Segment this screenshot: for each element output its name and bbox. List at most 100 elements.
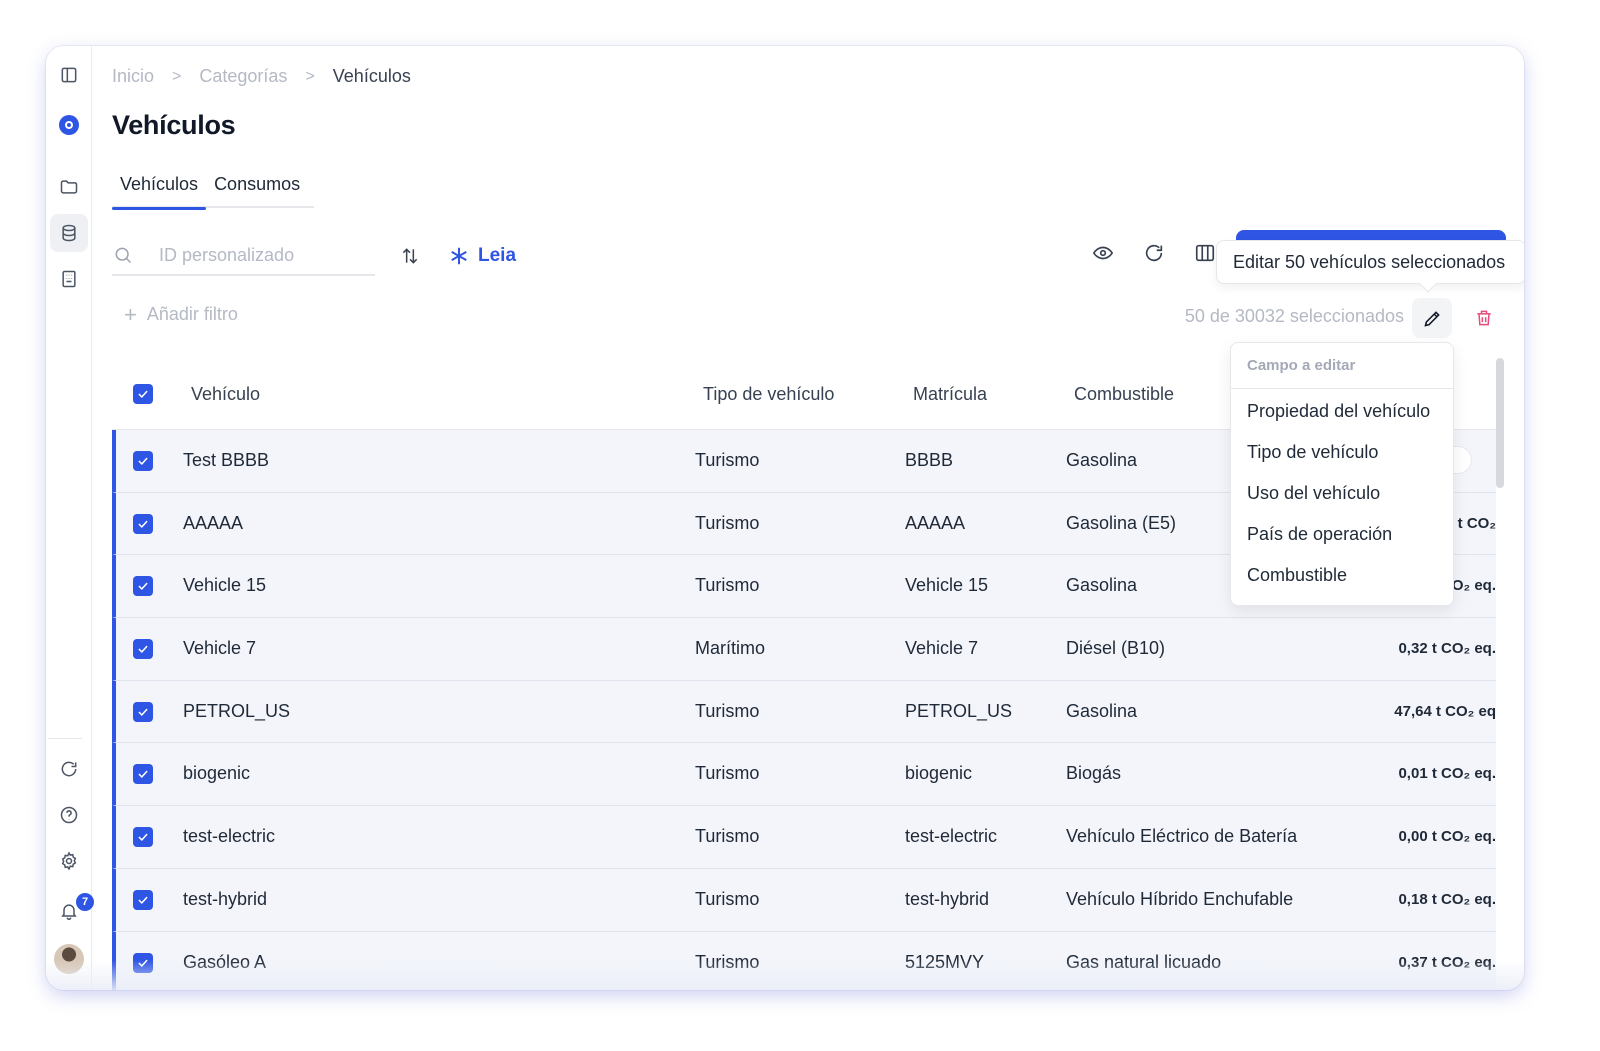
- visibility-button[interactable]: [1086, 236, 1120, 270]
- dropdown-item-vehicle-type[interactable]: Tipo de vehículo: [1231, 430, 1453, 471]
- tab-bar: Vehículos Consumos: [112, 170, 314, 210]
- cell-type: Turismo: [695, 512, 760, 533]
- select-all-checkbox[interactable]: [133, 384, 153, 404]
- cell-vehicle[interactable]: Vehicle 15: [183, 575, 266, 596]
- cell-type: Turismo: [695, 450, 760, 470]
- cell-emissions: 0,18 t CO₂ eq.: [1398, 890, 1496, 908]
- breadcrumb-current: Vehículos: [332, 66, 411, 86]
- plus-icon: +: [124, 301, 137, 327]
- check-icon: [138, 959, 148, 967]
- bulk-edit-button[interactable]: [1412, 298, 1452, 338]
- breadcrumb: Inicio > Categorías > Vehículos: [112, 66, 411, 87]
- search-icon: [115, 247, 132, 264]
- row-checkbox[interactable]: [133, 827, 153, 848]
- leia-label: Leia: [478, 245, 517, 266]
- sidebar: 7: [46, 46, 94, 990]
- column-header-vehicle[interactable]: Vehículo: [191, 384, 260, 405]
- row-checkbox[interactable]: [133, 513, 153, 534]
- cell-plate: AAAAA: [905, 512, 966, 533]
- cell-emissions: O₂ eq.: [1451, 577, 1496, 595]
- add-filter-label: Añadir filtro: [146, 304, 238, 324]
- reload-button[interactable]: [1137, 236, 1171, 270]
- cell-fuel: Gasolina: [1066, 575, 1138, 596]
- cell-vehicle[interactable]: Test BBBB: [183, 450, 269, 471]
- table-row[interactable]: Vehicle 7 Marítimo Vehicle 7 Diésel (B10) 0,…: [112, 618, 1496, 681]
- cell-vehicle[interactable]: Vehicle 7: [183, 638, 256, 659]
- breadcrumb-categories[interactable]: Categorías: [199, 66, 287, 87]
- folder-icon[interactable]: [50, 168, 88, 206]
- edit-field-dropdown: Campo a editar Propiedad del vehículo Ti…: [1230, 342, 1454, 606]
- refresh-icon[interactable]: [50, 750, 88, 788]
- brand-logo-icon[interactable]: [50, 106, 88, 144]
- breadcrumb-home[interactable]: Inicio: [112, 66, 154, 87]
- row-checkbox[interactable]: [133, 451, 153, 471]
- cell-plate: BBBB: [905, 450, 954, 470]
- cell-plate: test-electric: [905, 826, 998, 847]
- cell-type: Marítimo: [695, 638, 766, 659]
- help-icon[interactable]: [50, 796, 88, 834]
- user-avatar[interactable]: [50, 940, 88, 978]
- cell-type: Turismo: [695, 763, 760, 784]
- trash-icon: [1477, 310, 1491, 326]
- dropdown-header: Campo a editar: [1231, 343, 1453, 389]
- row-checkbox[interactable]: [133, 639, 153, 660]
- cell-plate: 5125MVY: [905, 951, 985, 972]
- cell-emissions: 0,01 t CO₂ eq.: [1398, 765, 1496, 783]
- search-input[interactable]: [159, 244, 359, 266]
- leia-button[interactable]: Leia: [448, 239, 516, 273]
- table-row[interactable]: biogenic Turismo biogenic Biogás 0,01 t CO₂ …: [112, 743, 1496, 807]
- tab-vehiculos[interactable]: Vehículos: [112, 170, 207, 210]
- notification-badge: 7: [76, 893, 94, 911]
- row-checkbox[interactable]: [133, 701, 153, 722]
- cell-emissions: t CO₂: [1457, 514, 1496, 532]
- cell-fuel: Vehículo Eléctrico de Batería: [1066, 826, 1298, 847]
- cell-plate: Vehicle 15: [905, 575, 989, 596]
- database-icon[interactable]: [50, 214, 88, 252]
- cell-vehicle[interactable]: biogenic: [183, 763, 250, 784]
- table-row[interactable]: test-electric Turismo test-electric Vehícul…: [112, 806, 1496, 869]
- cell-plate: test-hybrid: [905, 888, 990, 909]
- cell-type: Turismo: [695, 951, 760, 972]
- building-icon[interactable]: [50, 260, 88, 298]
- cell-type: Turismo: [695, 575, 760, 596]
- sort-button[interactable]: [393, 239, 427, 273]
- notifications-bell-icon[interactable]: 7: [50, 892, 94, 930]
- tab-consumos[interactable]: Consumos: [206, 170, 308, 208]
- cell-fuel: Biogás: [1066, 763, 1122, 784]
- column-header-fuel[interactable]: Combustible: [1074, 384, 1174, 405]
- table-row[interactable]: PETROL_US Turismo PETROL_US Gasolina 47,64 t…: [112, 680, 1496, 744]
- table-row[interactable]: Gasóleo A Turismo 5125MVY Gas natural licua…: [112, 931, 1496, 990]
- check-icon: [138, 390, 148, 399]
- cell-vehicle[interactable]: Gasóleo A: [183, 952, 266, 973]
- check-icon: [138, 708, 148, 716]
- dropdown-item-country[interactable]: País de operación: [1231, 512, 1453, 553]
- add-filter-button[interactable]: + Añadir filtro: [124, 301, 238, 327]
- sidebar-toggle-icon[interactable]: [50, 56, 88, 94]
- column-header-type[interactable]: Tipo de vehículo: [703, 384, 834, 405]
- cell-vehicle[interactable]: test-hybrid: [183, 889, 267, 910]
- settings-gear-icon[interactable]: [50, 842, 88, 880]
- dropdown-item-vehicle-use[interactable]: Uso del vehículo: [1231, 471, 1453, 512]
- column-header-plate[interactable]: Matrícula: [913, 384, 987, 405]
- cell-vehicle[interactable]: AAAAA: [183, 513, 243, 534]
- table-row[interactable]: test-hybrid Turismo test-hybrid Vehículo Hí…: [112, 868, 1496, 932]
- cell-vehicle[interactable]: test-electric: [183, 826, 275, 847]
- selection-count: 50 de 30032 seleccionados: [1184, 306, 1404, 326]
- bulk-delete-button[interactable]: [1468, 302, 1500, 334]
- pencil-icon: [1423, 310, 1440, 327]
- page-title: Vehículos: [112, 110, 236, 140]
- app-window: 7 Inicio > Categorías > Vehículos Vehícu…: [46, 46, 1524, 990]
- leia-sparkle-icon: [451, 247, 467, 265]
- check-icon: [138, 833, 148, 842]
- cell-type: Turismo: [695, 888, 760, 909]
- dropdown-item-ownership[interactable]: Propiedad del vehículo: [1231, 389, 1453, 430]
- table-scrollbar[interactable]: [1496, 358, 1504, 488]
- cell-fuel: Gas natural licuado: [1066, 951, 1222, 972]
- row-checkbox[interactable]: [133, 764, 153, 785]
- cell-vehicle[interactable]: PETROL_US: [183, 701, 290, 722]
- row-checkbox[interactable]: [133, 576, 153, 597]
- dropdown-item-fuel[interactable]: Combustible: [1231, 553, 1453, 594]
- row-checkbox[interactable]: [133, 889, 153, 910]
- row-checkbox[interactable]: [133, 952, 153, 973]
- columns-icon: [1195, 244, 1215, 262]
